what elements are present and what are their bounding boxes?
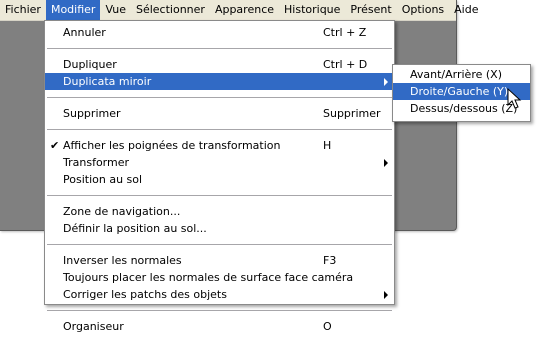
menu-item-corriger-patchs[interactable]: Corriger les patchs des objets: [45, 286, 394, 303]
menu-item-duplicata-miroir[interactable]: Duplicata miroir: [45, 73, 394, 90]
submenu-arrow-icon: [384, 291, 388, 299]
menu-item-shortcut: H: [323, 139, 332, 152]
submenu-arrow-icon: [384, 78, 388, 86]
menu-item-label: Afficher les poignées de transformation: [63, 139, 281, 152]
menu-separator: [47, 129, 392, 130]
menubar: Fichier Modifier Vue Sélectionner Appare…: [0, 0, 479, 21]
menu-item-supprimer[interactable]: Supprimer Supprimer: [45, 105, 394, 122]
menu-item-shortcut: F3: [323, 254, 337, 267]
menu-options[interactable]: Options: [397, 0, 449, 20]
menu-item-label: Duplicata miroir: [63, 75, 152, 88]
submenu-arrow-icon: [384, 159, 388, 167]
menu-item-label: Zone de navigation...: [63, 205, 181, 218]
menu-item-zone-navigation[interactable]: Zone de navigation...: [45, 203, 394, 220]
menu-item-toujours-placer-normales[interactable]: Toujours placer les normales de surface …: [45, 269, 394, 286]
menu-separator: [47, 244, 392, 245]
menu-item-shortcut: O: [323, 320, 332, 333]
menu-item-annuler[interactable]: Annuler Ctrl + Z: [45, 24, 394, 41]
menu-item-shortcut: Ctrl + Z: [323, 26, 367, 39]
menu-item-dupliquer[interactable]: Dupliquer Ctrl + D: [45, 56, 394, 73]
menu-item-label: Annuler: [63, 26, 106, 39]
menu-item-label: Transformer: [63, 156, 130, 169]
modifier-dropdown-menu: Annuler Ctrl + Z Dupliquer Ctrl + D Dupl…: [44, 20, 395, 333]
menu-item-label: Supprimer: [63, 107, 121, 120]
mouse-pointer-icon: [507, 88, 522, 109]
menu-separator: [47, 195, 392, 196]
menu-item-label: Inverser les normales: [63, 254, 182, 267]
menu-item-transformer[interactable]: Transformer: [45, 154, 394, 171]
menu-separator: [47, 310, 392, 311]
menu-item-label: Dupliquer: [63, 58, 117, 71]
menu-item-label: Définir la position au sol...: [63, 222, 207, 235]
menu-present[interactable]: Présent: [345, 0, 396, 20]
submenu-item-avant-arriere[interactable]: Avant/Arrière (X): [393, 66, 530, 83]
menu-item-shortcut: Supprimer: [323, 107, 381, 120]
menu-separator: [47, 97, 392, 98]
menu-aide[interactable]: Aide: [449, 0, 483, 20]
menu-item-label: Corriger les patchs des objets: [63, 288, 227, 301]
menu-item-shortcut: Ctrl + D: [323, 58, 368, 71]
menu-historique[interactable]: Historique: [279, 0, 345, 20]
menu-item-label: Organiseur: [63, 320, 124, 333]
menu-separator: [47, 48, 392, 49]
checkmark-icon: ✔: [50, 139, 60, 152]
menu-item-afficher-poignees[interactable]: ✔ Afficher les poignées de transformatio…: [45, 137, 394, 154]
menu-item-label: Position au sol: [63, 173, 143, 186]
menu-item-inverser-normales[interactable]: Inverser les normales F3: [45, 252, 394, 269]
menu-selectionner[interactable]: Sélectionner: [131, 0, 210, 20]
menu-fichier[interactable]: Fichier: [0, 0, 46, 20]
menu-apparence[interactable]: Apparence: [210, 0, 279, 20]
menu-item-definir-position-sol[interactable]: Définir la position au sol...: [45, 220, 394, 237]
menu-vue[interactable]: Vue: [100, 0, 131, 20]
menu-item-label: Toujours placer les normales de surface …: [63, 271, 354, 284]
menu-item-organiseur[interactable]: Organiseur O: [45, 318, 394, 335]
menu-item-position-au-sol[interactable]: Position au sol: [45, 171, 394, 188]
menu-modifier[interactable]: Modifier: [45, 0, 101, 20]
